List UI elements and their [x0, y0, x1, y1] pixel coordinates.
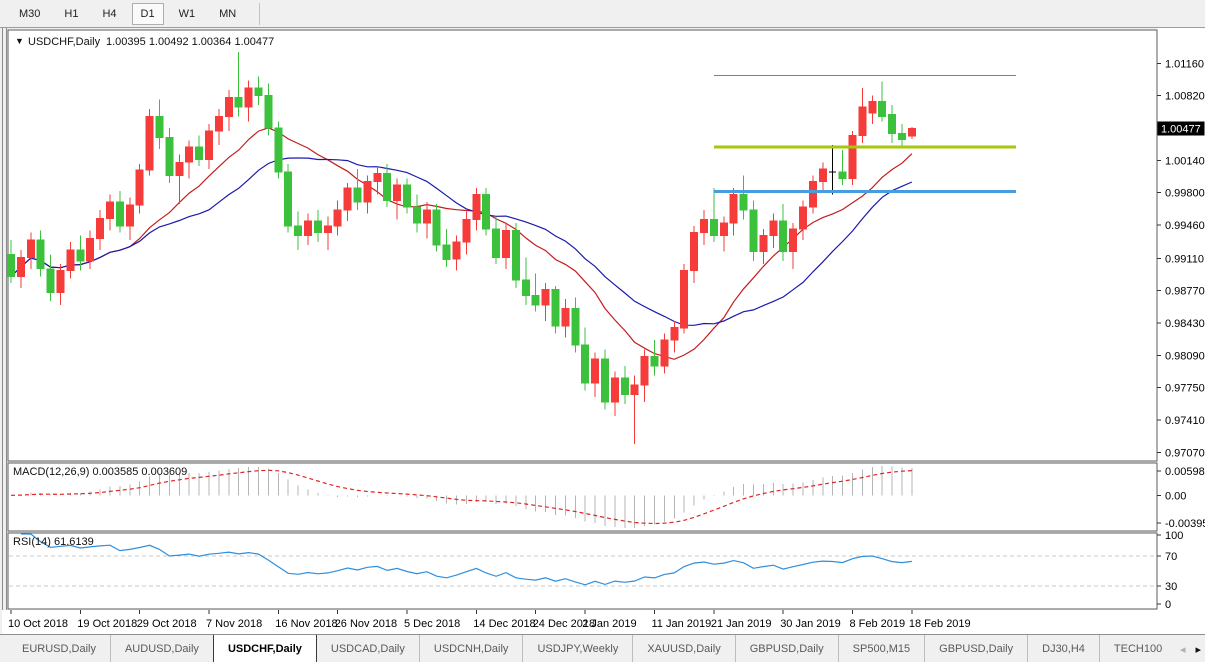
timeframe-button-mn[interactable]: MN — [210, 3, 245, 25]
timeframe-button-w1[interactable]: W1 — [170, 3, 205, 25]
tab-gbpusd-daily[interactable]: GBPUSD,Daily — [735, 635, 838, 662]
price-tick-label: 0.97750 — [1165, 383, 1205, 395]
tab-audusd-daily[interactable]: AUDUSD,Daily — [110, 635, 213, 662]
price-tick-label: 1.00820 — [1165, 91, 1205, 103]
rsi-pane[interactable] — [8, 533, 1157, 609]
date-tick-label: 26 Nov 2018 — [335, 618, 397, 630]
rsi-axis-label: 100 — [1165, 530, 1183, 542]
date-tick-label: 2 Jan 2019 — [582, 618, 636, 630]
timeframe-button-d1[interactable]: D1 — [132, 3, 164, 25]
candle — [275, 121, 282, 178]
date-tick-label: 30 Jan 2019 — [780, 618, 841, 630]
tab-scroll-left-icon[interactable]: ◂ — [1180, 643, 1186, 656]
date-tick-label: 14 Dec 2018 — [473, 618, 535, 630]
candle — [512, 223, 519, 288]
macd-label: MACD(12,26,9) 0.003585 0.003609 — [13, 466, 187, 478]
tab-scroll-right-icon[interactable]: ▸ — [1195, 643, 1201, 656]
candle — [750, 200, 757, 261]
price-tick-label: 0.99460 — [1165, 220, 1205, 232]
symbol-tab-bar: EURUSD,Daily AUDUSD,Daily USDCHF,Daily U… — [0, 634, 1205, 662]
date-tick-label: 5 Dec 2018 — [404, 618, 460, 630]
price-tick-label: 0.97070 — [1165, 447, 1205, 459]
current-price-label: 1.00477 — [1161, 123, 1201, 135]
tab-xauusd-daily[interactable]: XAUUSD,Daily — [632, 635, 734, 662]
price-tick-label: 0.98770 — [1165, 286, 1205, 298]
chart-region[interactable]: 1.01160 1.00820 1.00140 0.99800 0.99460 0.991… — [0, 28, 1205, 634]
price-axis-bg — [1157, 28, 1205, 634]
date-tick-label: 10 Oct 2018 — [8, 618, 68, 630]
main-chart-pane[interactable] — [8, 30, 1157, 461]
candle — [433, 204, 440, 252]
rsi-axis-label: 70 — [1165, 551, 1177, 563]
date-tick-label: 18 Feb 2019 — [909, 618, 971, 630]
candle — [849, 131, 856, 185]
candle — [146, 109, 153, 176]
candle — [285, 164, 292, 232]
timeframe-button-m30[interactable]: M30 — [10, 3, 49, 25]
date-tick-label: 19 Oct 2018 — [77, 618, 137, 630]
tab-dj30-h4[interactable]: DJ30,H4 — [1027, 635, 1099, 662]
price-tick-label: 1.00140 — [1165, 155, 1205, 167]
price-tick-label: 0.99800 — [1165, 188, 1205, 200]
chart-title-symbol: USDCHF,Daily — [28, 36, 101, 48]
price-tick-label: 1.01160 — [1165, 58, 1204, 70]
timeframe-toolbar: M30 H1 H4 D1 W1 MN — [0, 0, 1205, 28]
price-tick-label: 0.98430 — [1165, 318, 1205, 330]
date-tick-label: 21 Jan 2019 — [711, 618, 772, 630]
date-tick-label: 7 Nov 2018 — [206, 618, 262, 630]
tab-gbpusd-daily-2[interactable]: GBPUSD,Daily — [924, 635, 1027, 662]
tab-usdchf-daily[interactable]: USDCHF,Daily — [213, 634, 317, 662]
candle — [681, 264, 688, 334]
price-tick-label: 0.97410 — [1165, 415, 1205, 427]
price-tick-label: 0.98090 — [1165, 350, 1205, 362]
tab-scroll-arrows: ◂ ▸ — [1174, 635, 1201, 662]
chart-dropdown-icon[interactable]: ▼ — [15, 36, 24, 46]
chart-title-ohlc: 1.00395 1.00492 1.00364 1.00477 — [106, 36, 274, 48]
tab-usdcad-daily[interactable]: USDCAD,Daily — [317, 635, 419, 662]
rsi-axis-label: 0 — [1165, 599, 1171, 611]
date-tick-label: 29 Oct 2018 — [137, 618, 197, 630]
macd-axis-label: -0.003954 — [1165, 518, 1205, 530]
timeframe-button-h1[interactable]: H1 — [55, 3, 87, 25]
macd-axis-label: 0.00 — [1165, 490, 1186, 502]
tab-sp500-m15[interactable]: SP500,M15 — [838, 635, 924, 662]
rsi-axis-label: 30 — [1165, 581, 1177, 593]
date-tick-label: 11 Jan 2019 — [652, 618, 712, 630]
tab-usdcnh-daily[interactable]: USDCNH,Daily — [419, 635, 523, 662]
tab-eurusd-daily[interactable]: EURUSD,Daily — [8, 635, 110, 662]
rsi-label: RSI(14) 61.6139 — [13, 536, 94, 548]
price-tick-label: 0.99110 — [1165, 253, 1204, 265]
price-chart[interactable]: 1.01160 1.00820 1.00140 0.99800 0.99460 0.991… — [0, 28, 1205, 634]
tab-usdjpy-weekly[interactable]: USDJPY,Weekly — [522, 635, 632, 662]
date-tick-label: 16 Nov 2018 — [275, 618, 337, 630]
candle — [483, 188, 490, 236]
tab-tech100[interactable]: TECH100 — [1099, 635, 1176, 662]
macd-axis-label: 0.005985 — [1165, 466, 1205, 478]
toolbar-separator — [259, 3, 260, 25]
date-tick-label: 8 Feb 2019 — [850, 618, 906, 630]
timeframe-button-h4[interactable]: H4 — [93, 3, 125, 25]
